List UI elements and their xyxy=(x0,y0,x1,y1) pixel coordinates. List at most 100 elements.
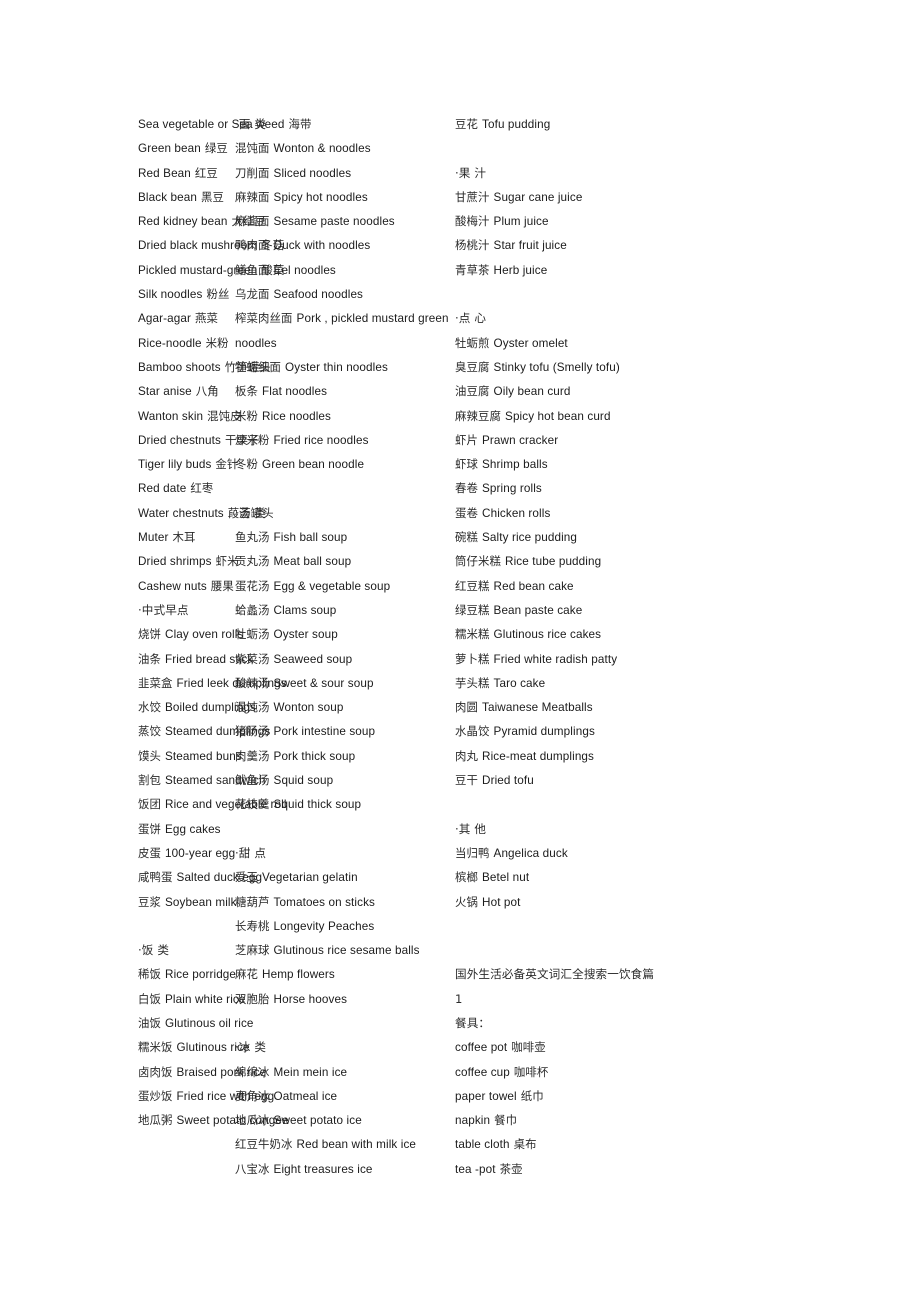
entry-chinese: 咖啡杯 xyxy=(513,1064,549,1079)
glossary-entry: 皮蛋 100-year egg xyxy=(138,841,235,865)
entry-chinese: 肉羹汤 xyxy=(235,748,270,763)
glossary-entry: 蛋饼 Egg cakes xyxy=(138,817,230,841)
entry-english: Black bean xyxy=(138,190,197,204)
glossary-entry: 当归鸭 Angelica duck xyxy=(455,841,782,865)
entry-chinese: 板条 xyxy=(235,384,259,399)
entry-chinese: 猪肠汤 xyxy=(235,724,270,739)
entry-chinese: 纸巾 xyxy=(520,1088,544,1103)
entry-english: Fried white radish patty xyxy=(493,652,618,666)
glossary-entry: napkin 餐巾 xyxy=(455,1108,782,1132)
entry-chinese: 粉丝 xyxy=(206,287,230,302)
glossary-entry: Bamboo shoots 竹笋罐头 xyxy=(138,355,271,379)
entry-english: Longevity Peaches xyxy=(273,919,375,933)
glossary-entry: 割包 Steamed sandwich xyxy=(138,768,266,792)
entry-chinese: 红豆 xyxy=(194,165,218,180)
section-heading: ·果 汁 xyxy=(455,161,782,185)
entry-english: Betel nut xyxy=(482,871,530,885)
line-spacer xyxy=(235,476,455,500)
heading-text: 国外生活必备英文词汇全搜索一饮食篇 xyxy=(455,967,655,982)
entry-english: Shrimp balls xyxy=(482,458,548,472)
entry-chinese: 甘蔗汁 xyxy=(455,189,490,204)
entry-english: Bamboo shoots xyxy=(138,360,221,374)
line-spacer xyxy=(455,136,782,160)
entry-english: Prawn cracker xyxy=(482,433,559,447)
glossary-entry: 蛋花汤 Egg & vegetable soup xyxy=(235,574,455,598)
entry-chinese: 虾球 xyxy=(455,457,479,472)
glossary-entry: 花枝羹 Squid thick soup xyxy=(235,792,455,816)
glossary-entry: coffee pot 咖啡壶 xyxy=(455,1035,782,1059)
entry-english: Wanton skin xyxy=(138,409,204,423)
entry-chinese: 鱼丸汤 xyxy=(235,530,270,545)
entry-english: Spring rolls xyxy=(482,482,542,496)
entry-chinese: 双胞胎 xyxy=(235,991,270,1006)
entry-english: Hot pot xyxy=(482,895,521,909)
glossary-entry: 麻辣面 Spicy hot noodles xyxy=(235,185,455,209)
entry-english: Dried tofu xyxy=(482,774,534,788)
entry-chinese: 油豆腐 xyxy=(455,384,490,399)
glossary-entry: 鱿鱼汤 Squid soup xyxy=(235,768,455,792)
entry-chinese: 绵绵冰 xyxy=(235,1064,270,1079)
entry-chinese: 芝麻球 xyxy=(235,943,270,958)
glossary-entry: 蒸饺 Steamed dumplings xyxy=(138,719,270,743)
entry-chinese: 碗糕 xyxy=(455,530,479,545)
entry-english: Plum juice xyxy=(493,215,549,229)
glossary-entry: 芋头糕 Taro cake xyxy=(455,671,782,695)
glossary-entry: 芝麻球 Glutinous rice sesame balls xyxy=(235,938,455,962)
entry-chinese: 蛋花汤 xyxy=(235,578,270,593)
glossary-entry: Wanton skin 混饨皮 xyxy=(138,404,242,428)
line-spacer xyxy=(138,914,230,938)
glossary-entry: 豆花 Tofu pudding xyxy=(455,112,782,136)
entry-chinese: 鱿鱼汤 xyxy=(235,773,270,788)
entry-chinese: 乌龙面 xyxy=(235,287,270,302)
entry-english: Pork thick soup xyxy=(273,749,356,763)
entry-chinese: 桌布 xyxy=(513,1137,537,1152)
section-heading: ·中式早点 xyxy=(138,598,230,622)
glossary-entry: 八宝冰 Eight treasures ice xyxy=(235,1157,455,1181)
glossary-entry: 地瓜冰 Sweet potato ice xyxy=(235,1108,455,1132)
glossary-entry: 碗糕 Salty rice pudding xyxy=(455,525,782,549)
glossary-entry: 肉丸 Rice-meat dumplings xyxy=(455,744,782,768)
entry-english: Rice porridge xyxy=(165,968,237,982)
glossary-entry: 韭菜盒 Fried leek dumplings xyxy=(138,671,287,695)
glossary-entry: 肉圆 Taiwanese Meatballs xyxy=(455,695,782,719)
glossary-entry: 鱔鱼面 Eel noodles xyxy=(235,258,455,282)
glossary-entry: tea -pot 茶壶 xyxy=(455,1157,782,1181)
entry-chinese: 红豆牛奶冰 xyxy=(235,1137,293,1152)
entry-chinese: 蛋饼 xyxy=(138,821,162,836)
entry-english: Red bean with milk ice xyxy=(296,1138,417,1152)
glossary-entry: 板条 Flat noodles xyxy=(235,379,455,403)
entry-chinese: 贡丸汤 xyxy=(235,554,270,569)
glossary-entry: 水饺 Boiled dumplings xyxy=(138,695,256,719)
entry-chinese: 黑豆 xyxy=(201,189,225,204)
entry-english: Bean paste cake xyxy=(493,603,583,617)
entry-chinese: 臭豆腐 xyxy=(455,359,490,374)
glossary-entry: 乌龙面 Seafood noodles xyxy=(235,282,455,306)
entry-english: Rice-meat dumplings xyxy=(482,749,595,763)
entry-english: Seaweed soup xyxy=(273,652,353,666)
entry-english: Angelica duck xyxy=(493,846,568,860)
glossary-entry: 豆浆 Soybean milk xyxy=(138,890,236,914)
entry-chinese: 榨菜肉丝面 xyxy=(235,311,293,326)
entry-english: Eel noodles xyxy=(273,263,336,277)
entry-english: Tiger lily buds xyxy=(138,458,212,472)
glossary-entry: Dried chestnuts 干栗子 xyxy=(138,428,259,452)
column-1: Sea vegetable or Sea weed 海带 Green bean 绿豆 R… xyxy=(0,112,311,1132)
glossary-entry: coffee cup 咖啡杯 xyxy=(455,1060,782,1084)
glossary-entry: paper towel 纸巾 xyxy=(455,1084,782,1108)
glossary-entry: 麻辣豆腐 Spicy hot bean curd xyxy=(455,404,782,428)
entry-english: Rice tube pudding xyxy=(505,555,602,569)
entry-english: Hemp flowers xyxy=(262,968,335,982)
entry-english: Red bean cake xyxy=(493,579,574,593)
glossary-entry: Rice-noodle 米粉 xyxy=(138,331,230,355)
entry-chinese: 牡蛎汤 xyxy=(235,627,270,642)
section-heading: ·甜 点 xyxy=(235,841,455,865)
glossary-entry: 筒仔米糕 Rice tube pudding xyxy=(455,549,782,573)
glossary-entry: 冬粉 Green bean noodle xyxy=(235,452,455,476)
entry-chinese: 馍头 xyxy=(138,748,162,763)
entry-english: Star anise xyxy=(138,385,192,399)
document-title: 国外生活必备英文词汇全搜索一饮食篇 xyxy=(455,962,782,986)
glossary-entry: 麻酱面 Sesame paste noodles xyxy=(235,209,455,233)
glossary-entry: 糯米饭 Glutinous rice xyxy=(138,1035,250,1059)
entry-chinese: 木耳 xyxy=(172,530,196,545)
glossary-entry: 贡丸汤 Meat ball soup xyxy=(235,549,455,573)
